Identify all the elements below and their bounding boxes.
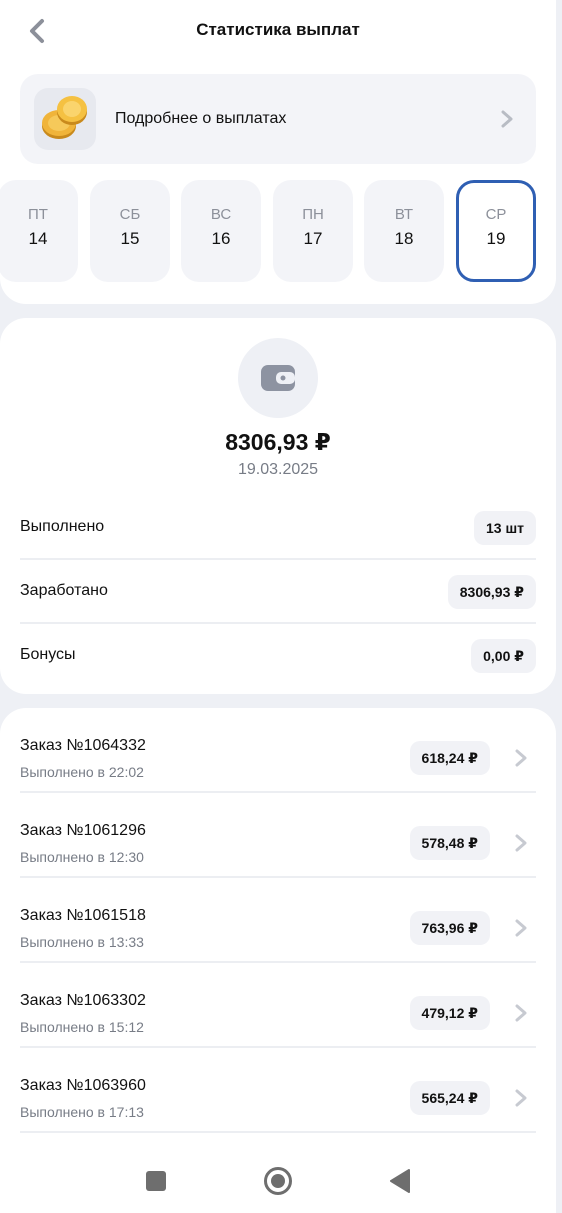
payouts-details-link[interactable]: Подробнее о выплатах: [20, 74, 536, 164]
day-item-sat[interactable]: СБ 15: [90, 180, 170, 282]
day-name: ПН: [302, 206, 324, 223]
chevron-right-icon: [515, 1004, 527, 1022]
page-title: Статистика выплат: [196, 20, 360, 39]
order-amount: 763,96 ₽: [409, 911, 490, 945]
day-name: СБ: [119, 206, 141, 223]
day-number: 18: [394, 229, 414, 248]
day-name: ВТ: [394, 206, 414, 223]
day-name: СР: [485, 206, 507, 223]
day-name: ВС: [210, 206, 232, 223]
summary-date: 19.03.2025: [237, 461, 319, 478]
order-subtitle: Выполнено в 13:33: [20, 934, 144, 950]
stat-row-bonuses: Бонусы 0,00 ₽: [20, 624, 536, 688]
order-amount: 565,24 ₽: [409, 1081, 490, 1115]
home-button[interactable]: [262, 1165, 294, 1197]
recents-button[interactable]: [140, 1165, 172, 1197]
day-selector: ПТ 14 СБ 15 ВС 16 ПН 17 ВТ 18 СР 19: [0, 180, 556, 284]
screen-edge: [556, 0, 562, 1213]
order-title: Заказ №1064332: [20, 737, 146, 754]
order-amount: 618,24 ₽: [409, 741, 490, 775]
order-row[interactable]: Заказ №1061518 Выполнено в 13:33 763,96 …: [20, 878, 536, 963]
back-nav-button[interactable]: [384, 1165, 416, 1197]
stat-value: 0,00 ₽: [471, 639, 536, 673]
day-number: 15: [120, 229, 140, 248]
stat-row-completed: Выполнено 13 шт: [20, 496, 536, 560]
divider: [20, 1131, 536, 1133]
chevron-right-icon: [501, 110, 513, 128]
chevron-right-icon: [515, 1089, 527, 1107]
day-name: ПТ: [28, 206, 48, 223]
chevron-right-icon: [515, 919, 527, 937]
chevron-right-icon: [515, 749, 527, 767]
order-title: Заказ №1063302: [20, 992, 146, 1009]
order-subtitle: Выполнено в 12:30: [20, 849, 144, 865]
day-item-fri[interactable]: ПТ 14: [0, 180, 78, 282]
day-number: 17: [303, 229, 323, 248]
day-item-wed-selected[interactable]: СР 19: [456, 180, 536, 282]
order-amount: 578,48 ₽: [409, 826, 490, 860]
order-row[interactable]: Заказ №1063960 Выполнено в 17:13 565,24 …: [20, 1048, 536, 1133]
order-subtitle: Выполнено в 17:13: [20, 1104, 144, 1120]
header: Статистика выплат: [0, 0, 556, 62]
order-row[interactable]: Заказ №1064332 Выполнено в 22:02 618,24 …: [20, 708, 536, 793]
stat-row-earned: Заработано 8306,93 ₽: [20, 560, 536, 624]
day-number: 19: [486, 229, 506, 248]
triangle-back-icon: [390, 1169, 410, 1193]
square-recents-icon: [146, 1171, 166, 1191]
wallet-icon: [238, 338, 318, 418]
order-subtitle: Выполнено в 15:12: [20, 1019, 144, 1035]
order-title: Заказ №1063960: [20, 1077, 146, 1094]
day-item-mon[interactable]: ПН 17: [273, 180, 353, 282]
stat-value: 8306,93 ₽: [447, 575, 536, 609]
summary-card: 8306,93 ₽ 19.03.2025 Выполнено 13 шт Зар…: [0, 318, 556, 694]
circle-home-icon: [264, 1167, 292, 1195]
system-navigation-bar: [0, 1145, 556, 1213]
day-number: 16: [211, 229, 231, 248]
order-title: Заказ №1061296: [20, 822, 146, 839]
coins-icon: [34, 88, 96, 150]
order-row[interactable]: Заказ №1063302 Выполнено в 15:12 479,12 …: [20, 963, 536, 1048]
stat-value: 13 шт: [474, 511, 536, 545]
day-item-sun[interactable]: ВС 16: [181, 180, 261, 282]
total-amount: 8306,93 ₽: [225, 429, 331, 455]
order-amount: 479,12 ₽: [409, 996, 490, 1030]
day-number: 14: [28, 229, 48, 248]
day-item-tue[interactable]: ВТ 18: [364, 180, 444, 282]
stat-label: Выполнено: [20, 518, 105, 535]
stat-label: Бонусы: [20, 646, 76, 663]
chevron-right-icon: [515, 834, 527, 852]
orders-list: Заказ №1064332 Выполнено в 22:02 618,24 …: [0, 708, 556, 1213]
order-subtitle: Выполнено в 22:02: [20, 764, 144, 780]
order-row[interactable]: Заказ №1061296 Выполнено в 12:30 578,48 …: [20, 793, 536, 878]
top-panel: Подробнее о выплатах ПТ 14 СБ 15 ВС 16 П…: [0, 62, 556, 304]
order-title: Заказ №1061518: [20, 907, 146, 924]
payouts-details-label: Подробнее о выплатах: [115, 110, 287, 127]
stat-label: Заработано: [20, 582, 108, 599]
